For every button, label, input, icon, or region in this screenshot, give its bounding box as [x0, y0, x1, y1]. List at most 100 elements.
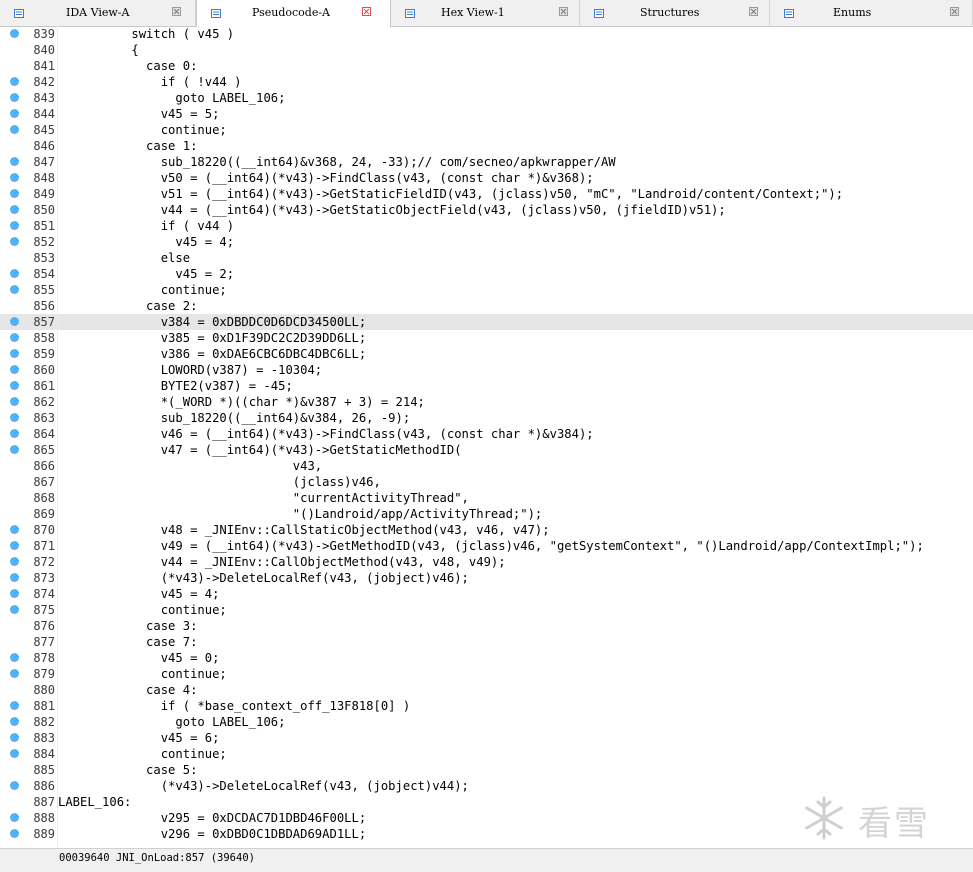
code-text[interactable]: if ( v44 ) — [58, 218, 234, 234]
close-icon[interactable] — [950, 7, 959, 16]
code-line[interactable]: 847 sub_18220((__int64)&v368, 24, -33);/… — [0, 154, 973, 170]
code-line[interactable]: 856 case 2: — [0, 298, 973, 314]
code-text[interactable]: v45 = 2; — [58, 266, 234, 282]
breakpoint-dot-icon[interactable] — [10, 77, 19, 86]
breakpoint-dot-icon[interactable] — [10, 445, 19, 454]
code-text[interactable]: { — [58, 42, 138, 58]
code-text[interactable]: LABEL_106: — [58, 794, 131, 810]
code-text[interactable]: v46 = (__int64)(*v43)->FindClass(v43, (c… — [58, 426, 594, 442]
code-text[interactable]: sub_18220((__int64)&v384, 26, -9); — [58, 410, 410, 426]
breakpoint-dot-icon[interactable] — [10, 365, 19, 374]
code-line[interactable]: 884 continue; — [0, 746, 973, 762]
code-line[interactable]: 872 v44 = _JNIEnv::CallObjectMethod(v43,… — [0, 554, 973, 570]
code-line[interactable]: 880 case 4: — [0, 682, 973, 698]
code-text[interactable]: BYTE2(v387) = -45; — [58, 378, 293, 394]
code-line[interactable]: 861 BYTE2(v387) = -45; — [0, 378, 973, 394]
close-icon[interactable] — [749, 7, 758, 16]
code-line[interactable]: 865 v47 = (__int64)(*v43)->GetStaticMeth… — [0, 442, 973, 458]
code-line[interactable]: 854 v45 = 2; — [0, 266, 973, 282]
code-line[interactable]: 849 v51 = (__int64)(*v43)->GetStaticFiel… — [0, 186, 973, 202]
code-line[interactable]: 875 continue; — [0, 602, 973, 618]
code-line[interactable]: 846 case 1: — [0, 138, 973, 154]
code-text[interactable]: v295 = 0xDCDAC7D1DBD46F00LL; — [58, 810, 366, 826]
code-line[interactable]: 857 v384 = 0xDBDDC0D6DCD34500LL; — [0, 314, 973, 330]
code-text[interactable]: case 1: — [58, 138, 197, 154]
tab-hex-view-1[interactable]: Hex View-1 — [391, 0, 580, 25]
breakpoint-dot-icon[interactable] — [10, 285, 19, 294]
code-line[interactable]: 855 continue; — [0, 282, 973, 298]
code-text[interactable]: LOWORD(v387) = -10304; — [58, 362, 322, 378]
breakpoint-dot-icon[interactable] — [10, 653, 19, 662]
code-line[interactable]: 883 v45 = 6; — [0, 730, 973, 746]
breakpoint-dot-icon[interactable] — [10, 333, 19, 342]
code-text[interactable]: case 0: — [58, 58, 197, 74]
code-text[interactable]: if ( !v44 ) — [58, 74, 242, 90]
code-line[interactable]: 876 case 3: — [0, 618, 973, 634]
breakpoint-dot-icon[interactable] — [10, 29, 19, 38]
code-line[interactable]: 841 case 0: — [0, 58, 973, 74]
breakpoint-dot-icon[interactable] — [10, 749, 19, 758]
code-text[interactable]: v44 = _JNIEnv::CallObjectMethod(v43, v48… — [58, 554, 506, 570]
code-line[interactable]: 863 sub_18220((__int64)&v384, 26, -9); — [0, 410, 973, 426]
code-line[interactable]: 878 v45 = 0; — [0, 650, 973, 666]
tab-pseudocode-a[interactable]: Pseudocode-A — [196, 0, 391, 27]
code-line[interactable]: 868 "currentActivityThread", — [0, 490, 973, 506]
code-line[interactable]: 862 *(_WORD *)((char *)&v387 + 3) = 214; — [0, 394, 973, 410]
code-line[interactable]: 871 v49 = (__int64)(*v43)->GetMethodID(v… — [0, 538, 973, 554]
code-text[interactable]: v47 = (__int64)(*v43)->GetStaticMethodID… — [58, 442, 462, 458]
code-line[interactable]: 858 v385 = 0xD1F39DC2C2D39DD6LL; — [0, 330, 973, 346]
code-text[interactable]: (*v43)->DeleteLocalRef(v43, (jobject)v46… — [58, 570, 469, 586]
breakpoint-dot-icon[interactable] — [10, 157, 19, 166]
breakpoint-dot-icon[interactable] — [10, 541, 19, 550]
breakpoint-dot-icon[interactable] — [10, 781, 19, 790]
breakpoint-dot-icon[interactable] — [10, 813, 19, 822]
code-line[interactable]: 877 case 7: — [0, 634, 973, 650]
code-line[interactable]: 866 v43, — [0, 458, 973, 474]
code-line[interactable]: 853 else — [0, 250, 973, 266]
code-line[interactable]: 843 goto LABEL_106; — [0, 90, 973, 106]
code-line[interactable]: 870 v48 = _JNIEnv::CallStaticObjectMetho… — [0, 522, 973, 538]
breakpoint-dot-icon[interactable] — [10, 381, 19, 390]
code-text[interactable]: v43, — [58, 458, 322, 474]
code-text[interactable]: v386 = 0xDAE6CBC6DBC4DBC6LL; — [58, 346, 366, 362]
breakpoint-dot-icon[interactable] — [10, 269, 19, 278]
code-text[interactable]: v45 = 5; — [58, 106, 220, 122]
code-text[interactable]: v44 = (__int64)(*v43)->GetStaticObjectFi… — [58, 202, 726, 218]
code-text[interactable]: *(_WORD *)((char *)&v387 + 3) = 214; — [58, 394, 425, 410]
breakpoint-dot-icon[interactable] — [10, 189, 19, 198]
code-text[interactable]: v50 = (__int64)(*v43)->FindClass(v43, (c… — [58, 170, 594, 186]
code-text[interactable]: sub_18220((__int64)&v368, 24, -33);// co… — [58, 154, 616, 170]
code-line[interactable]: 844 v45 = 5; — [0, 106, 973, 122]
code-text[interactable]: continue; — [58, 602, 227, 618]
breakpoint-dot-icon[interactable] — [10, 701, 19, 710]
code-text[interactable]: v49 = (__int64)(*v43)->GetMethodID(v43, … — [58, 538, 924, 554]
breakpoint-dot-icon[interactable] — [10, 125, 19, 134]
close-icon[interactable] — [559, 7, 568, 16]
breakpoint-dot-icon[interactable] — [10, 589, 19, 598]
breakpoint-dot-icon[interactable] — [10, 109, 19, 118]
breakpoint-dot-icon[interactable] — [10, 237, 19, 246]
code-text[interactable]: goto LABEL_106; — [58, 714, 285, 730]
breakpoint-dot-icon[interactable] — [10, 173, 19, 182]
code-line[interactable]: 881 if ( *base_context_off_13F818[0] ) — [0, 698, 973, 714]
code-text[interactable]: case 3: — [58, 618, 197, 634]
tab-enums[interactable]: Enums — [770, 0, 973, 25]
breakpoint-dot-icon[interactable] — [10, 525, 19, 534]
code-line[interactable]: 845 continue; — [0, 122, 973, 138]
code-text[interactable]: v45 = 6; — [58, 730, 220, 746]
breakpoint-dot-icon[interactable] — [10, 205, 19, 214]
code-text[interactable]: v51 = (__int64)(*v43)->GetStaticFieldID(… — [58, 186, 843, 202]
code-text[interactable]: switch ( v45 ) — [58, 26, 234, 42]
code-line[interactable]: 850 v44 = (__int64)(*v43)->GetStaticObje… — [0, 202, 973, 218]
code-line[interactable]: 842 if ( !v44 ) — [0, 74, 973, 90]
code-text[interactable]: v45 = 0; — [58, 650, 220, 666]
code-line[interactable]: 873 (*v43)->DeleteLocalRef(v43, (jobject… — [0, 570, 973, 586]
code-text[interactable]: (jclass)v46, — [58, 474, 381, 490]
pseudocode-editor[interactable]: 839 switch ( v45 ) 840 {841 case 0: 842 if… — [0, 26, 973, 848]
breakpoint-dot-icon[interactable] — [10, 669, 19, 678]
code-line[interactable]: 859 v386 = 0xDAE6CBC6DBC4DBC6LL; — [0, 346, 973, 362]
code-text[interactable]: v45 = 4; — [58, 234, 234, 250]
code-text[interactable]: v385 = 0xD1F39DC2C2D39DD6LL; — [58, 330, 366, 346]
code-text[interactable]: continue; — [58, 122, 227, 138]
code-line[interactable]: 839 switch ( v45 ) — [0, 26, 973, 42]
